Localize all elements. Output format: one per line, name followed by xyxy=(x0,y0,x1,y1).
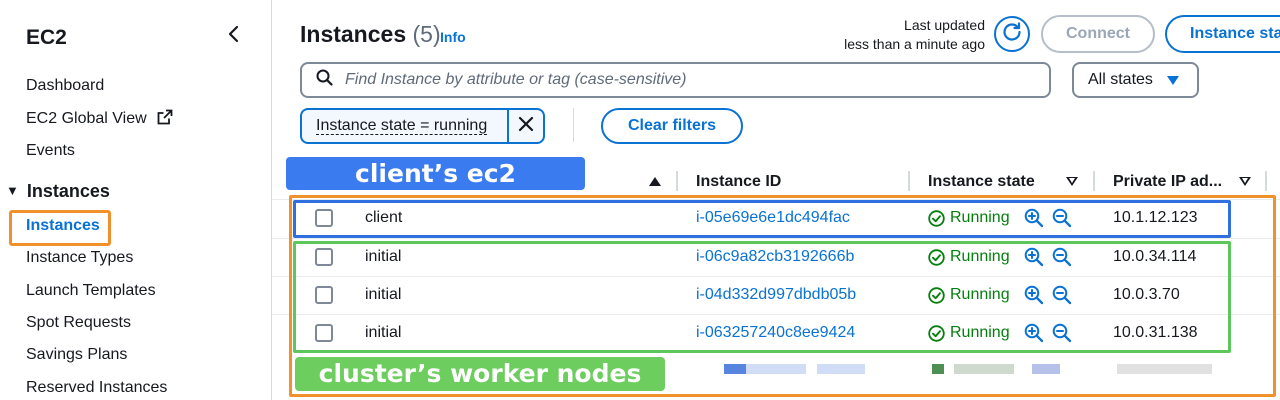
search-icon xyxy=(316,69,333,91)
divider xyxy=(573,108,574,142)
last-updated-value: less than a minute ago xyxy=(844,36,985,52)
sidebar-item-events[interactable]: Events xyxy=(26,142,75,160)
caret-down-icon xyxy=(1167,76,1179,85)
connect-button[interactable]: Connect xyxy=(1041,15,1155,53)
instance-count: (5) xyxy=(412,21,441,47)
states-select-value: All states xyxy=(1088,71,1153,88)
sidebar-item-label: EC2 Global View xyxy=(26,110,147,127)
sort-icon[interactable] xyxy=(1239,177,1251,186)
sidebar: EC2 Dashboard EC2 Global View Events ▼ In… xyxy=(0,0,272,400)
info-link[interactable]: Info xyxy=(440,29,466,45)
instance-state-button[interactable]: Instance state xyxy=(1165,15,1280,53)
sidebar-item-spot-requests[interactable]: Spot Requests xyxy=(26,314,131,332)
column-divider[interactable] xyxy=(1265,171,1267,191)
states-select[interactable]: All states xyxy=(1072,62,1199,98)
annotation-workers-box xyxy=(293,241,1231,353)
filter-token: Instance state = running xyxy=(300,108,545,144)
page-title: Instances (5) xyxy=(300,21,441,48)
column-header-instance-state[interactable]: Instance state xyxy=(928,173,1035,191)
column-divider[interactable] xyxy=(908,171,910,191)
sidebar-item-dashboard[interactable]: Dashboard xyxy=(26,77,104,95)
sidebar-title: EC2 xyxy=(26,26,67,49)
sidebar-item-ec2-global-view[interactable]: EC2 Global View xyxy=(26,109,173,130)
annotation-highlight-box xyxy=(9,210,111,246)
sort-ascending-icon[interactable] xyxy=(649,177,661,186)
collapse-sidebar-icon[interactable] xyxy=(227,24,247,48)
refresh-icon xyxy=(1001,21,1023,48)
sidebar-section-label: Instances xyxy=(26,181,110,201)
sidebar-item-savings-plans[interactable]: Savings Plans xyxy=(26,346,127,364)
column-header-private-ip[interactable]: Private IP ad... xyxy=(1113,173,1222,191)
refresh-button[interactable] xyxy=(994,16,1030,52)
sidebar-item-launch-templates[interactable]: Launch Templates xyxy=(26,282,156,300)
search-placeholder: Find Instance by attribute or tag (case-… xyxy=(345,71,687,88)
filter-token-label[interactable]: Instance state = running xyxy=(302,110,507,142)
column-divider[interactable] xyxy=(676,171,678,191)
clear-filters-button[interactable]: Clear filters xyxy=(601,108,743,144)
last-updated: Last updated less than a minute ago xyxy=(812,16,985,54)
sidebar-item-reserved-instances[interactable]: Reserved Instances xyxy=(26,379,167,397)
annotation-workers-label: cluster’s worker nodes xyxy=(295,357,665,391)
column-header-instance-id[interactable]: Instance ID xyxy=(696,173,781,191)
annotation-client-label: client’s ec2 xyxy=(286,157,585,190)
sidebar-item-instance-types[interactable]: Instance Types xyxy=(26,249,133,267)
external-link-icon xyxy=(157,109,173,130)
page-title-text: Instances xyxy=(300,21,407,47)
sort-icon[interactable] xyxy=(1066,177,1078,186)
column-divider[interactable] xyxy=(1093,171,1095,191)
annotation-client-box xyxy=(293,200,1231,238)
remove-filter-button[interactable] xyxy=(507,110,543,142)
search-input[interactable]: Find Instance by attribute or tag (case-… xyxy=(300,62,1051,98)
caret-down-icon: ▼ xyxy=(6,183,19,198)
close-icon xyxy=(518,116,534,137)
sidebar-section-instances[interactable]: ▼ Instances xyxy=(6,181,110,202)
last-updated-label: Last updated xyxy=(904,17,985,33)
